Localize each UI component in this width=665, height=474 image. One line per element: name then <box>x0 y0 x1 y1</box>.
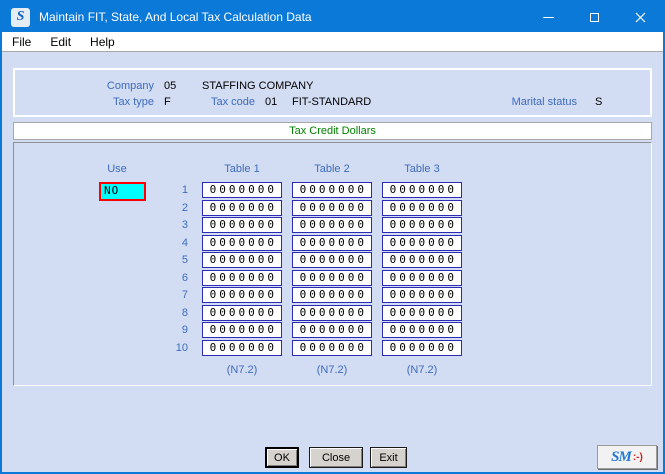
section-header: Tax Credit Dollars <box>13 122 652 140</box>
table1-row2-field[interactable]: 0000000 <box>202 199 282 216</box>
table3-row8-field[interactable]: 0000000 <box>382 304 462 321</box>
row-number: 3 <box>181 219 188 231</box>
table2-row10-field[interactable]: 0000000 <box>292 339 372 356</box>
marital-status-value: S <box>595 96 603 108</box>
title-bar: S Maintain FIT, State, And Local Tax Cal… <box>2 2 663 32</box>
close-icon <box>635 12 645 22</box>
table1-row8-field[interactable]: 0000000 <box>202 304 282 321</box>
menu-help[interactable]: Help <box>81 33 124 51</box>
column-header-table2: Table 2 <box>314 163 350 175</box>
table3-row5-field[interactable]: 0000000 <box>382 252 462 268</box>
header-panel <box>13 68 652 117</box>
tax-code-label: Tax code <box>210 96 255 108</box>
window-title: Maintain FIT, State, And Local Tax Calcu… <box>39 10 312 24</box>
tax-code-value: 01 <box>265 96 278 108</box>
close-button[interactable] <box>617 2 663 32</box>
exit-button[interactable]: Exit <box>370 447 407 468</box>
tax-code-name: FIT-STANDARD <box>292 96 372 108</box>
app-window: S Maintain FIT, State, And Local Tax Cal… <box>0 0 665 474</box>
table3-row1-field[interactable]: 0000000 <box>382 182 462 198</box>
maximize-icon <box>589 12 599 22</box>
table-row: 3 0000000 0000000 0000000 <box>2 217 663 234</box>
table2-row2-field[interactable]: 0000000 <box>292 199 372 216</box>
sm-logo-text: SM <box>611 448 632 465</box>
table1-row9-field[interactable]: 0000000 <box>202 322 282 338</box>
table2-row8-field[interactable]: 0000000 <box>292 304 372 321</box>
tax-type-label: Tax type <box>113 96 154 108</box>
table2-row5-field[interactable]: 0000000 <box>292 252 372 268</box>
ok-button[interactable]: OK <box>265 447 299 468</box>
menu-bar: File Edit Help <box>2 32 663 52</box>
table-row: 8 0000000 0000000 0000000 <box>2 304 663 322</box>
table2-row1-field[interactable]: 0000000 <box>292 182 372 198</box>
row-number: 9 <box>181 324 188 336</box>
table-row: 1 0000000 0000000 0000000 <box>2 182 663 199</box>
window-controls <box>525 2 663 32</box>
table3-row7-field[interactable]: 0000000 <box>382 287 462 303</box>
format-label-table3: (N7.2) <box>406 364 438 376</box>
close-dialog-button[interactable]: Close <box>309 447 363 468</box>
table-row: 4 0000000 0000000 0000000 <box>2 234 663 252</box>
row-number: 7 <box>181 289 188 301</box>
table3-row3-field[interactable]: 0000000 <box>382 217 462 233</box>
table2-row4-field[interactable]: 0000000 <box>292 234 372 251</box>
row-number: 8 <box>181 306 188 319</box>
table-row: 5 0000000 0000000 0000000 <box>2 252 663 269</box>
table-row: 6 0000000 0000000 0000000 <box>2 269 663 287</box>
row-number: 1 <box>181 184 188 196</box>
section-title: Tax Credit Dollars <box>289 125 376 137</box>
table1-row3-field[interactable]: 0000000 <box>202 217 282 233</box>
table-row: 10 0000000 0000000 0000000 <box>2 339 663 357</box>
table-row: 7 0000000 0000000 0000000 <box>2 287 663 304</box>
row-number: 2 <box>181 201 188 214</box>
app-icon: S <box>11 7 30 27</box>
table1-row7-field[interactable]: 0000000 <box>202 287 282 303</box>
table1-row1-field[interactable]: 0000000 <box>202 182 282 198</box>
table1-row6-field[interactable]: 0000000 <box>202 269 282 286</box>
marital-status-label: Marital status <box>511 96 577 108</box>
table-row: 9 0000000 0000000 0000000 <box>2 322 663 339</box>
format-label-table1: (N7.2) <box>226 364 258 376</box>
minimize-icon <box>542 16 554 18</box>
menu-edit[interactable]: Edit <box>41 33 80 51</box>
table2-row6-field[interactable]: 0000000 <box>292 269 372 286</box>
table-row: 2 0000000 0000000 0000000 <box>2 199 663 217</box>
format-label-table2: (N7.2) <box>316 364 348 376</box>
table1-row5-field[interactable]: 0000000 <box>202 252 282 268</box>
table2-row7-field[interactable]: 0000000 <box>292 287 372 303</box>
smiley-icon: :-) <box>632 451 643 463</box>
row-number: 5 <box>181 254 188 266</box>
table3-row4-field[interactable]: 0000000 <box>382 234 462 251</box>
table3-row6-field[interactable]: 0000000 <box>382 269 462 286</box>
table3-row10-field[interactable]: 0000000 <box>382 339 462 356</box>
table2-row9-field[interactable]: 0000000 <box>292 322 372 338</box>
column-header-table1: Table 1 <box>224 163 260 175</box>
menu-file[interactable]: File <box>3 33 40 51</box>
table1-row10-field[interactable]: 0000000 <box>202 339 282 356</box>
row-number: 6 <box>181 271 188 284</box>
company-name: STAFFING COMPANY <box>202 80 314 92</box>
sm-logo: SM :-) <box>597 445 657 469</box>
column-header-table3: Table 3 <box>404 163 440 175</box>
minimize-button[interactable] <box>525 2 571 32</box>
row-number: 10 <box>175 341 188 354</box>
table3-row2-field[interactable]: 0000000 <box>382 199 462 216</box>
table3-row9-field[interactable]: 0000000 <box>382 322 462 338</box>
company-code: 05 <box>164 80 177 92</box>
row-number: 4 <box>181 236 188 249</box>
maximize-button[interactable] <box>571 2 617 32</box>
table2-row3-field[interactable]: 0000000 <box>292 217 372 233</box>
use-label: Use <box>107 163 127 175</box>
table1-row4-field[interactable]: 0000000 <box>202 234 282 251</box>
content-area: Company 05 STAFFING COMPANY Tax type F T… <box>2 53 663 472</box>
company-label: Company <box>106 80 154 92</box>
